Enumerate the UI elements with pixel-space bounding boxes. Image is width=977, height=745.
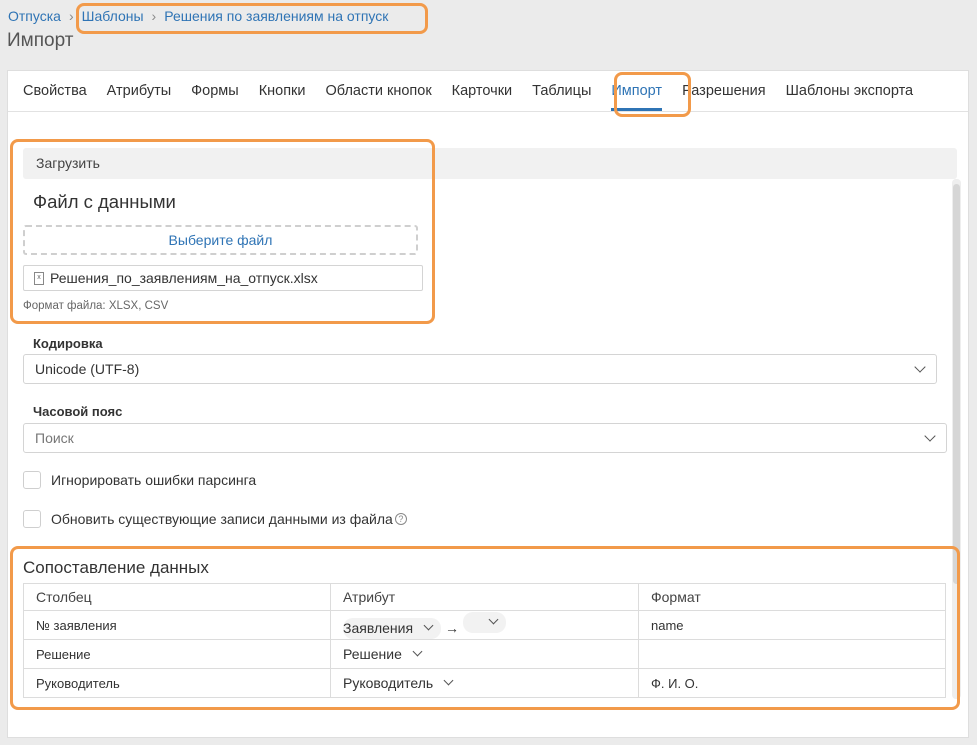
file-name: Решения_по_заявлениям_на_отпуск.xlsx (50, 270, 318, 286)
timezone-select[interactable]: Поиск (23, 423, 947, 453)
help-icon[interactable]: ? (394, 513, 407, 525)
excel-file-icon: x (34, 271, 44, 285)
file-section-title: Файл с данными (33, 191, 176, 212)
encoding-label: Кодировка (33, 336, 103, 351)
chevron-down-icon (443, 675, 454, 685)
ignore-errors-label: Игнорировать ошибки парсинга (51, 472, 257, 488)
timezone-label: Часовой пояс (33, 404, 123, 419)
encoding-value: Unicode (UTF-8) (35, 361, 140, 377)
update-existing-checkbox[interactable] (23, 510, 41, 528)
breadcrumb-item-vacations[interactable]: Отпуска (8, 8, 61, 24)
chevron-right-icon: › (68, 8, 74, 24)
timezone-placeholder: Поиск (35, 430, 74, 446)
table-row: Руководитель Руководитель Ф. И. О. (23, 668, 946, 698)
tab-forms[interactable]: Формы (191, 71, 239, 112)
arrow-right-icon: → (445, 619, 460, 636)
chevron-down-icon (423, 620, 434, 630)
chevron-down-icon (412, 646, 423, 656)
content-card: Свойства Атрибуты Формы Кнопки Области к… (7, 70, 969, 738)
column-header-attribute: Атрибут (330, 583, 639, 611)
attribute-select[interactable]: Решение (343, 644, 430, 665)
tab-permissions[interactable]: Разрешения (682, 71, 766, 112)
attribute-select[interactable]: Заявления (343, 617, 442, 639)
cell-attribute: Руководитель (330, 668, 639, 698)
breadcrumb-item-current-template[interactable]: Решения по заявлениям на отпуск (164, 8, 388, 24)
tab-properties[interactable]: Свойства (23, 71, 87, 112)
cell-column: Руководитель (23, 668, 331, 698)
tab-tables[interactable]: Таблицы (532, 71, 591, 112)
attribute-value: Заявления (343, 619, 414, 636)
chevron-down-icon (914, 361, 926, 373)
update-existing-label: Обновить существующие записи данными из … (51, 511, 393, 527)
cell-format[interactable]: name (638, 610, 946, 640)
scrollbar-thumb[interactable] (953, 184, 960, 584)
table-header-row: Столбец Атрибут Формат (23, 583, 946, 611)
sub-attribute-select[interactable] (463, 611, 507, 633)
cell-format[interactable]: Ф. И. О. (638, 668, 946, 698)
page-title: Импорт (7, 30, 74, 51)
attribute-value: Решение (343, 645, 402, 662)
column-header-format: Формат (638, 583, 946, 611)
cell-attribute: Решение (330, 639, 639, 669)
chevron-down-icon (488, 614, 499, 624)
tab-attributes[interactable]: Атрибуты (107, 71, 171, 112)
tab-export-templates[interactable]: Шаблоны экспорта (786, 71, 914, 112)
table-row: Решение Решение (23, 639, 946, 669)
cell-attribute: Заявления → (330, 610, 639, 640)
ignore-errors-option[interactable]: Игнорировать ошибки парсинга (23, 471, 256, 489)
ignore-errors-checkbox[interactable] (23, 471, 41, 489)
cell-column: № заявления (23, 610, 331, 640)
tab-buttons[interactable]: Кнопки (259, 71, 306, 112)
tab-import[interactable]: Импорт (611, 71, 662, 112)
breadcrumb-item-templates[interactable]: Шаблоны (82, 8, 144, 24)
chevron-right-icon: › (151, 8, 157, 24)
update-existing-option[interactable]: Обновить существующие записи данными из … (23, 510, 407, 528)
tab-button-areas[interactable]: Области кнопок (326, 71, 432, 112)
mapping-title: Сопоставление данных (23, 558, 209, 577)
tab-cards[interactable]: Карточки (452, 71, 512, 112)
selected-file: x Решения_по_заявлениям_на_отпуск.xlsx (23, 265, 423, 291)
encoding-select[interactable]: Unicode (UTF-8) (23, 354, 937, 384)
mapping-table: Столбец Атрибут Формат № заявления Заявл… (23, 583, 946, 698)
cell-format[interactable] (638, 639, 946, 669)
scrollbar[interactable] (952, 179, 961, 699)
choose-file-button[interactable]: Выберите файл (23, 225, 418, 255)
breadcrumb: Отпуска › Шаблоны › Решения по заявления… (8, 8, 388, 24)
attribute-value: Руководитель (343, 674, 434, 691)
file-format-hint: Формат файла: XLSX, CSV (23, 300, 169, 312)
upload-panel-header[interactable]: Загрузить (23, 148, 957, 179)
column-header-column: Столбец (23, 583, 331, 611)
attribute-select[interactable]: Руководитель (343, 673, 461, 694)
tab-bar: Свойства Атрибуты Формы Кнопки Области к… (8, 71, 968, 112)
chevron-down-icon (924, 430, 936, 442)
table-row: № заявления Заявления → name (23, 610, 946, 640)
cell-column: Решение (23, 639, 331, 669)
